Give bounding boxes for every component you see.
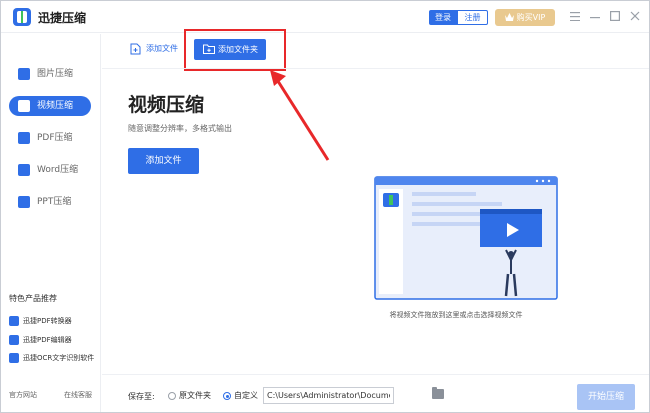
save-to-label: 保存至: [128, 392, 155, 401]
sidebar-item-label: PPT压缩 [37, 197, 72, 207]
ppt-icon [18, 196, 30, 208]
app-title: 迅捷压缩 [38, 11, 87, 25]
page-title: 视频压缩 [128, 94, 205, 116]
title-bar: 迅捷压缩 登录 注册 购买VIP [1, 1, 649, 33]
pdf-converter-icon [9, 316, 19, 326]
folder-icon[interactable] [432, 387, 444, 399]
register-button[interactable]: 注册 [457, 10, 488, 25]
pdf-icon [18, 132, 30, 144]
online-support-link[interactable]: 在线客服 [64, 390, 92, 400]
word-icon [18, 164, 30, 176]
radio-original-folder[interactable] [168, 392, 176, 400]
bottom-bar: 保存至: 原文件夹 自定义 开始压缩 [102, 374, 649, 412]
product-label: 迅捷OCR文字识别软件 [23, 354, 95, 362]
ocr-icon [9, 353, 19, 363]
featured-products-title: 特色产品推荐 [9, 294, 57, 303]
drop-hint-text: 将视频文件拖放到这里或点击选择视频文件 [389, 311, 523, 319]
annotation-arrow-icon [270, 70, 330, 161]
start-compress-button[interactable]: 开始压缩 [577, 384, 635, 410]
sidebar-item-label: 视频压缩 [37, 101, 74, 111]
drop-zone-illustration[interactable] [372, 174, 562, 309]
menu-icon[interactable] [567, 9, 583, 25]
toolbar-add-file-button[interactable]: 添加文件 [130, 42, 178, 56]
output-path-input[interactable] [263, 387, 394, 404]
app-logo-icon [13, 8, 31, 26]
product-label: 迅捷PDF转换器 [23, 317, 72, 325]
login-button[interactable]: 登录 [429, 10, 457, 25]
video-icon [18, 100, 30, 112]
sidebar-item-video-compress[interactable]: 视频压缩 [9, 96, 91, 116]
product-label: 迅捷PDF编辑器 [23, 336, 72, 344]
sidebar-item-label: PDF压缩 [37, 133, 73, 143]
sidebar: 图片压缩 视频压缩 PDF压缩 Word压缩 PPT压缩 特色产品推荐 迅捷PD… [1, 34, 101, 412]
add-file-icon [130, 43, 141, 55]
maximize-icon[interactable] [607, 9, 623, 25]
app-window: 迅捷压缩 登录 注册 购买VIP 图片压缩 视频压缩 PDF压缩 Word压缩 … [0, 0, 650, 413]
radio-custom-label[interactable]: 自定义 [234, 390, 258, 401]
official-site-link[interactable]: 官方网站 [9, 390, 37, 400]
main-panel: 添加文件 添加文件夹 视频压缩 随意调整分辨率，多格式输出 添加文件 将视频文件… [102, 29, 649, 412]
minimize-icon[interactable] [587, 9, 603, 25]
toolbar-add-file-label: 添加文件 [146, 44, 178, 53]
toolbar-divider [102, 68, 649, 69]
sidebar-item-pdf-compress[interactable]: PDF压缩 [9, 128, 91, 148]
page-subtitle: 随意调整分辨率，多格式输出 [128, 124, 232, 133]
sidebar-item-image-compress[interactable]: 图片压缩 [9, 64, 91, 84]
add-file-button[interactable]: 添加文件 [128, 148, 199, 174]
crown-icon [505, 13, 514, 21]
sidebar-item-word-compress[interactable]: Word压缩 [9, 160, 91, 180]
sidebar-item-label: Word压缩 [37, 165, 79, 175]
pdf-editor-icon [9, 335, 19, 345]
close-icon[interactable] [627, 9, 643, 25]
radio-original-folder-label[interactable]: 原文件夹 [179, 390, 211, 401]
buy-vip-button[interactable]: 购买VIP [495, 9, 555, 26]
sidebar-item-ppt-compress[interactable]: PPT压缩 [9, 192, 91, 212]
radio-custom[interactable] [223, 392, 231, 400]
sidebar-item-label: 图片压缩 [37, 69, 74, 79]
image-icon [18, 68, 30, 80]
